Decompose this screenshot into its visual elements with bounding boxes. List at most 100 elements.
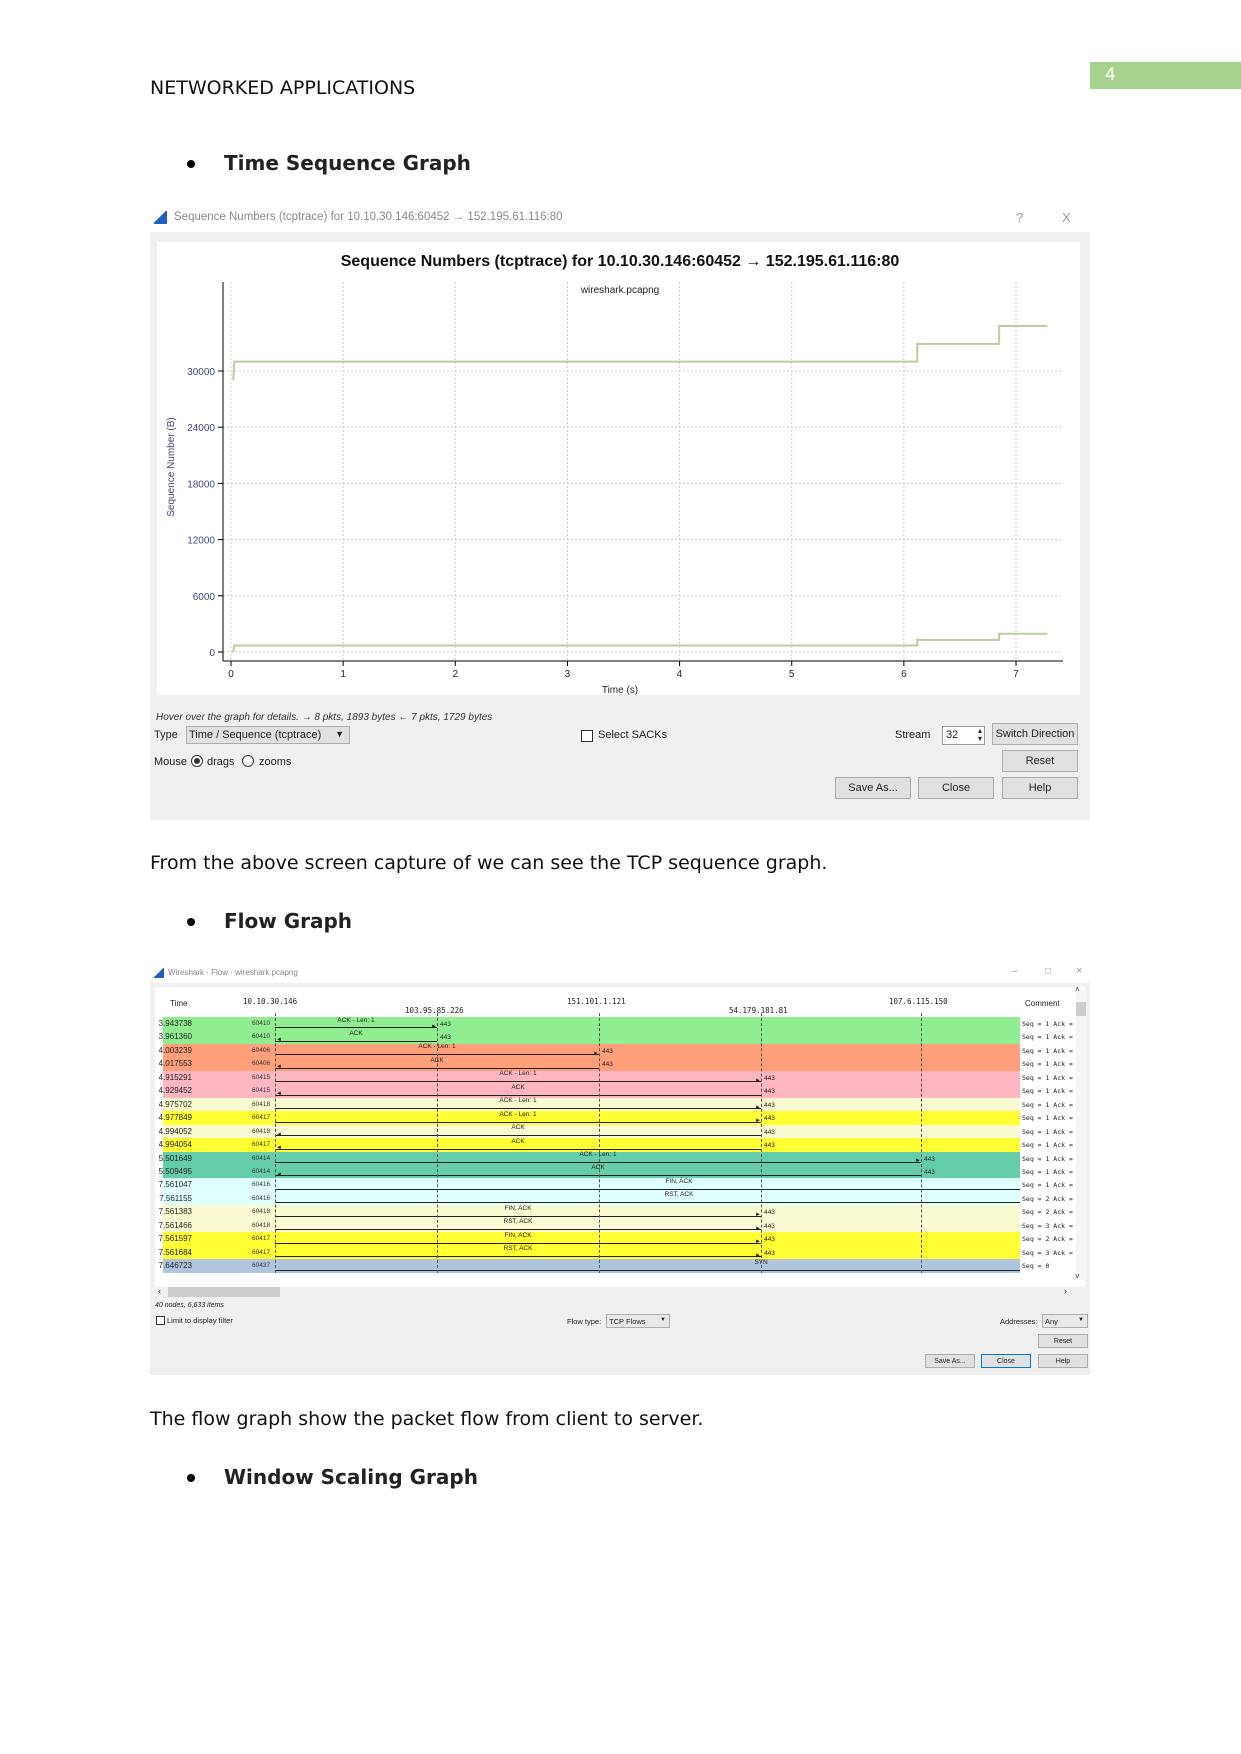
flow-row-time: 4.003239 — [158, 1045, 192, 1055]
flow-arrow-line — [275, 1040, 437, 1042]
sequence-series-line-1 — [232, 632, 1048, 653]
sequence-numbers-window: Sequence Numbers (tcptrace) for 10.10.30… — [150, 205, 1090, 820]
flow-arrow-label: RST, ACK — [503, 1218, 533, 1226]
zooms-label: zooms — [259, 756, 292, 768]
flow-row[interactable] — [163, 1043, 1020, 1058]
flow-row[interactable] — [163, 1178, 1020, 1193]
flow-arrow-label: ACK - Len: 1 — [499, 1097, 537, 1105]
flow-row[interactable] — [163, 1245, 1020, 1260]
limit-filter-checkbox[interactable] — [156, 1316, 165, 1325]
flow-row[interactable] — [163, 1191, 1020, 1206]
spin-arrows-icon[interactable]: ▴ ▾ — [978, 727, 982, 743]
section-heading-flow-graph: Flow Graph — [224, 909, 353, 933]
x-tick-label: 6 — [901, 669, 907, 680]
flow-arrow-line — [275, 1121, 761, 1123]
flow-row[interactable] — [163, 1232, 1020, 1247]
paragraph-flow-graph: The flow graph show the packet flow from… — [150, 1408, 704, 1430]
flow-row-src-port: 60417 — [252, 1114, 271, 1122]
flow-row-dst-port: 443 — [764, 1088, 775, 1096]
flow-reset-button[interactable]: Reset — [1038, 1334, 1088, 1348]
save-as-button[interactable]: Save As... — [835, 777, 911, 799]
flow-row-dst-port: 443 — [924, 1155, 935, 1163]
paragraph-sequence-graph: From the above screen capture of we can … — [150, 852, 828, 874]
select-sacks-checkbox[interactable] — [581, 730, 593, 742]
stream-spinbox[interactable]: 32 ▴ ▾ — [942, 726, 985, 745]
section-heading-time-sequence: Time Sequence Graph — [224, 151, 471, 175]
flow-row[interactable] — [163, 1111, 1020, 1126]
flow-row-src-port: 60416 — [252, 1181, 271, 1189]
drags-radio[interactable] — [191, 755, 203, 767]
flow-row-src-port: 60417 — [252, 1248, 271, 1256]
flow-row-time: 4.975702 — [158, 1099, 192, 1109]
switch-direction-button[interactable]: Switch Direction — [992, 723, 1078, 745]
scroll-down-icon[interactable]: ˅ — [1075, 1272, 1080, 1281]
flow-row-time: 7.646723 — [158, 1261, 192, 1271]
flow-row[interactable] — [163, 1070, 1020, 1085]
flow-arrow-line — [275, 1148, 761, 1150]
flow-save-as-button[interactable]: Save As... — [925, 1354, 975, 1368]
flow-arrow-line — [275, 1256, 761, 1258]
flow-row-comment: Seq = 1 Ack = 1 — [1022, 1114, 1081, 1123]
flow-row[interactable] — [163, 1057, 1020, 1072]
chevron-down-icon: ▼ — [1078, 1317, 1084, 1323]
help-button[interactable]: Help — [1002, 777, 1078, 799]
y-tick-label: 0 — [209, 648, 215, 659]
flow-row[interactable] — [163, 1259, 1020, 1274]
limit-filter-label: Limit to display filter — [167, 1316, 233, 1325]
help-icon[interactable]: ? — [1016, 210, 1023, 225]
close-button[interactable]: Close — [918, 777, 994, 799]
flow-close-button[interactable]: Close — [981, 1354, 1031, 1368]
flow-help-button[interactable]: Help — [1038, 1354, 1088, 1368]
close-icon[interactable]: × — [1076, 965, 1082, 977]
flow-row[interactable] — [163, 1084, 1020, 1099]
flow-arrow-label: ACK — [511, 1124, 525, 1132]
zooms-radio[interactable] — [242, 755, 254, 767]
flow-row-time: 7.561684 — [158, 1247, 192, 1257]
scroll-up-icon[interactable]: ˄ — [1075, 985, 1080, 994]
flow-row-comment: Seq = 2 Ack = 1 — [1022, 1208, 1081, 1217]
flow-type-select[interactable]: TCP Flows ▼ — [606, 1314, 670, 1328]
flow-row-time: 4.017553 — [158, 1059, 192, 1069]
flow-row[interactable] — [163, 1030, 1020, 1045]
y-tick-label: 18000 — [187, 479, 215, 490]
flow-row-src-port: 60410 — [252, 1020, 271, 1027]
sequence-chart[interactable]: Sequence Numbers (tcptrace) for 10.10.30… — [150, 232, 1090, 702]
chart-subtitle: wireshark.pcapng — [580, 285, 659, 296]
flow-arrow-line — [275, 1161, 921, 1163]
flow-row-src-port: 60415 — [252, 1087, 271, 1095]
x-axis-label: Time (s) — [602, 685, 638, 696]
flow-arrow-line — [275, 1229, 761, 1231]
flow-row-time: 3.961360 — [158, 1032, 192, 1042]
type-select[interactable]: Time / Sequence (tcptrace) ▼ — [186, 726, 350, 744]
flow-row[interactable] — [163, 1124, 1020, 1139]
flow-row-time: 7.561155 — [159, 1193, 192, 1203]
flow-row-time: 7.561383 — [158, 1207, 192, 1217]
flow-arrow-label: ACK — [591, 1164, 605, 1172]
page-number: 4 — [1105, 65, 1116, 85]
flow-row-dst-port: 443 — [764, 1128, 775, 1136]
flow-row-src-port: 60410 — [252, 1033, 271, 1041]
scroll-right-icon[interactable]: › — [1064, 1286, 1067, 1296]
reset-button[interactable]: Reset — [1002, 750, 1078, 772]
close-icon[interactable]: X — [1062, 210, 1071, 225]
flow-row-dst-port: 443 — [764, 1074, 775, 1082]
flow-row-comment: Seq = 1 Ack = 2 — [1022, 1033, 1081, 1042]
flow-arrow-line — [275, 1269, 1020, 1271]
flow-row[interactable] — [163, 1097, 1020, 1112]
flow-row-comment: Seq = 2 Ack = 1 — [1022, 1235, 1081, 1244]
flow-row-time: 3.943738 — [158, 1019, 192, 1028]
scroll-left-icon[interactable]: ‹ — [158, 1286, 161, 1296]
flow-row[interactable] — [163, 1017, 1020, 1031]
vertical-scrollbar[interactable] — [1076, 990, 1086, 1280]
flow-row-src-port: 60417 — [252, 1141, 271, 1149]
flow-arrow-line — [275, 1135, 761, 1137]
flow-row[interactable] — [163, 1218, 1020, 1233]
addresses-select[interactable]: Any ▼ — [1042, 1314, 1088, 1328]
chevron-down-icon: ▼ — [335, 729, 344, 739]
flow-row[interactable] — [163, 1138, 1020, 1152]
minimize-icon[interactable]: – — [1012, 966, 1018, 977]
flow-row[interactable] — [163, 1205, 1020, 1220]
maximize-icon[interactable]: □ — [1045, 966, 1051, 977]
horizontal-scrollbar[interactable] — [168, 1287, 280, 1297]
node-lifeline — [437, 1013, 438, 1273]
